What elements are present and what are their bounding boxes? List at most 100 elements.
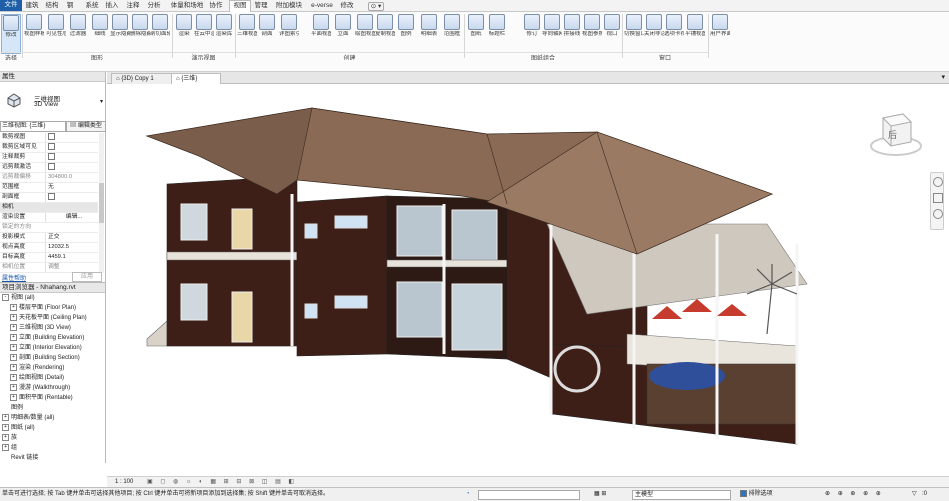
filter-icon[interactable]: ▽ [912, 488, 917, 501]
scope-box-button[interactable]: 范围框 [442, 14, 462, 52]
view-template-button[interactable]: 视图样板 [24, 14, 44, 52]
schedules-button[interactable]: 明细表 [419, 14, 439, 52]
expand-icon[interactable]: + [2, 444, 9, 451]
legends-button[interactable]: 图例 [396, 14, 416, 52]
expand-icon[interactable]: + [10, 344, 17, 351]
design-options-icon[interactable]: ▦ ⊞ [594, 488, 606, 501]
matchline-button[interactable]: 拼接线 [562, 14, 582, 52]
browser-item[interactable]: + 立面 (Building Elevation) [10, 334, 84, 343]
browser-item[interactable]: + 明细表/数量 (all) [2, 414, 54, 423]
view-reference-button[interactable]: 视图参照 [582, 14, 602, 52]
checkbox[interactable] [48, 133, 55, 140]
checkbox[interactable] [740, 489, 747, 497]
expand-icon[interactable]: + [10, 394, 17, 401]
selection-icons[interactable]: ⊕ ⊕ ⊕ ⊕ ⊕ [825, 488, 884, 501]
view-scale[interactable]: 1 : 100 [115, 477, 133, 487]
worksets-icon[interactable]: ◔ [466, 488, 470, 501]
checkbox[interactable] [48, 143, 55, 150]
3d-view-button[interactable]: 三维视图 [237, 14, 257, 52]
property-row[interactable]: 目标高度 4459.1 [0, 253, 98, 263]
tab-modify[interactable]: 修改 [339, 1, 355, 11]
tab-massing-site[interactable]: 体量和场地 [170, 1, 204, 11]
instance-selector[interactable]: 三维视图: {三维} [0, 121, 66, 132]
browser-item[interactable]: + 漫游 (Walkthrough) [10, 384, 70, 393]
render-button[interactable]: 渲染 [174, 14, 194, 52]
3d-view-canvas[interactable]: 后 [107, 84, 949, 476]
tab-insert[interactable]: 插入 [104, 1, 120, 11]
tab-addins[interactable]: 附加模块 [274, 1, 304, 11]
tab-view[interactable]: 视图 [229, 0, 251, 12]
expand-icon[interactable]: + [10, 354, 17, 361]
browser-item[interactable]: + 渲染 (Rendering) [10, 364, 64, 373]
modify-button[interactable]: 修改 [1, 14, 21, 54]
browser-item[interactable]: - 视图 (all) [2, 294, 35, 303]
expand-icon[interactable]: + [10, 384, 17, 391]
plan-views-button[interactable]: 平面视图 [311, 14, 331, 52]
viewcube[interactable]: 后 [869, 104, 923, 158]
property-row[interactable]: 裁剪区域可见 [0, 143, 98, 153]
user-interface-button[interactable]: 用户界面 [710, 14, 730, 52]
zoom-icon[interactable] [933, 193, 943, 203]
section-button[interactable]: 剖面 [257, 14, 277, 52]
properties-help-link[interactable]: 属性帮助 [2, 273, 26, 282]
property-group-header[interactable]: 相机 [0, 203, 98, 213]
apply-button[interactable]: 应用 [72, 272, 102, 282]
properties-scrollbar[interactable] [99, 133, 104, 273]
browser-item[interactable]: Revit 链接 [2, 454, 38, 463]
tab-views-button[interactable]: 选项卡视图 [664, 14, 684, 52]
browser-item[interactable]: + 族 [2, 434, 17, 443]
tab-3d-view[interactable]: ⌂ {三维} [171, 73, 221, 84]
browser-item[interactable]: + 立面 (Interior Elevation) [10, 344, 82, 353]
elevation-button[interactable]: 立面 [333, 14, 353, 52]
expand-icon[interactable]: + [2, 414, 9, 421]
tab-manage[interactable]: 管理 [253, 1, 269, 11]
tab-architecture[interactable]: 建筑 [24, 1, 40, 11]
edit-type-button[interactable]: ▤ 编辑类型 [66, 121, 106, 132]
close-inactive-button[interactable]: 关闭非活动 [644, 14, 664, 52]
expand-icon[interactable]: + [10, 364, 17, 371]
guide-grid-button[interactable]: 导向轴网 [542, 14, 562, 52]
tab-annotate[interactable]: 注释 [125, 1, 141, 11]
render-cloud-button[interactable]: 在云中渲染 [194, 14, 214, 52]
property-row[interactable]: 注释裁剪 [0, 153, 98, 163]
expand-icon[interactable]: + [10, 314, 17, 321]
tab-3d-copy-1[interactable]: ⌂ {3D} Copy 1 [111, 73, 175, 84]
browser-item[interactable]: + 三维视图 (3D View) [10, 324, 71, 333]
expand-icon[interactable]: + [10, 324, 17, 331]
cut-profile-button[interactable]: 剖切面轮廓 [150, 14, 170, 52]
property-row[interactable]: 剖面框 [0, 193, 98, 203]
browser-item[interactable]: + 图纸 (all) [2, 424, 35, 433]
title-block-button[interactable]: 标题栏 [487, 14, 507, 52]
exclude-options-checkbox[interactable]: 排除选项 [740, 488, 773, 501]
browser-item[interactable]: + 面积平面 (Rentable) [10, 394, 73, 403]
thin-lines-button[interactable]: 细线 [90, 14, 110, 52]
tab-systems[interactable]: 系统 [84, 1, 100, 11]
ribbon-minimize-icon[interactable]: ⊙ ▾ [368, 2, 384, 11]
property-row[interactable]: 视点高度 12032.5 [0, 243, 98, 253]
filters-button[interactable]: 过滤器 [68, 14, 88, 52]
show-hidden-lines-button[interactable]: 显示隐藏线 [110, 14, 130, 52]
browser-item[interactable]: + 天花板平面 (Ceiling Plan) [10, 314, 87, 323]
property-row[interactable]: 远剪裁激活 [0, 163, 98, 173]
callout-button[interactable]: 详图索引 [279, 14, 299, 52]
sheet-button[interactable]: 图纸 [466, 14, 486, 52]
property-row[interactable]: 范围框 无 [0, 183, 98, 193]
visibility-graphics-button[interactable]: 可见性/图形 [46, 14, 66, 52]
property-row[interactable]: 远剪裁偏移 304800.0 [0, 173, 98, 183]
checkbox[interactable] [48, 153, 55, 160]
property-row[interactable]: 投影模式 正交 [0, 233, 98, 243]
expand-icon[interactable]: + [10, 304, 17, 311]
checkbox[interactable] [48, 163, 55, 170]
browser-item[interactable]: + 楼层平面 (Floor Plan) [10, 304, 76, 313]
tab-menu-icon[interactable]: ▾ [941, 73, 945, 81]
property-row[interactable]: 渲染设置 编辑... [0, 213, 98, 223]
render-gallery-button[interactable]: 渲染库 [214, 14, 234, 52]
collapse-icon[interactable]: - [2, 294, 9, 301]
steering-wheel-icon[interactable] [933, 177, 943, 187]
tab-steel[interactable]: 钢 [64, 1, 76, 11]
tab-collaborate[interactable]: 协作 [208, 1, 224, 11]
property-row[interactable]: 锁定的方向 [0, 223, 98, 233]
browser-item[interactable]: + 组 [2, 444, 17, 453]
render-settings-edit-button[interactable]: 编辑... [45, 213, 100, 222]
drafting-view-button[interactable]: 绘图视图 [355, 14, 375, 52]
